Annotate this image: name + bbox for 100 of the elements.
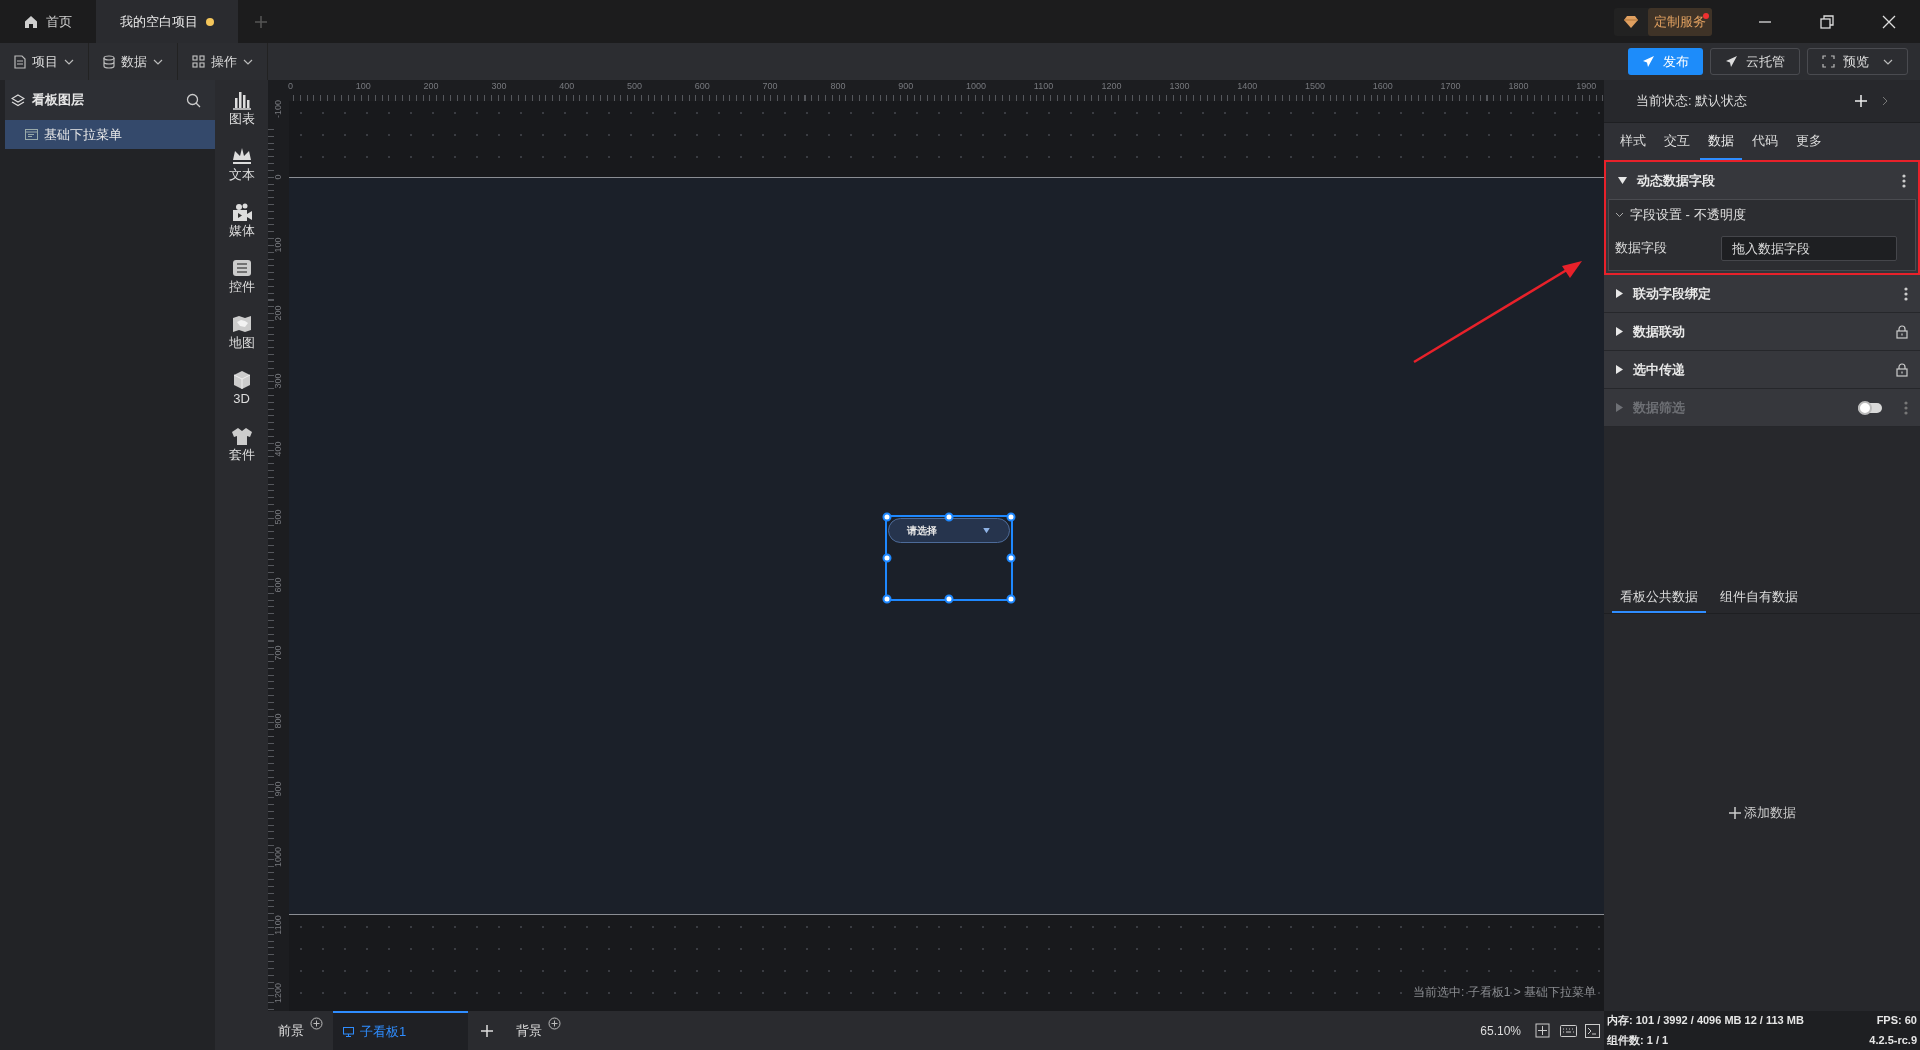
panel-tab[interactable]: 代码 bbox=[1744, 123, 1786, 160]
caret-right-icon bbox=[1616, 365, 1623, 374]
paper-plane-icon bbox=[1642, 55, 1655, 68]
state-label: 当前状态: 默认状态 bbox=[1636, 92, 1748, 111]
paper-plane-icon bbox=[1725, 55, 1738, 68]
caret-right-icon bbox=[1616, 403, 1623, 412]
search-icon[interactable] bbox=[186, 92, 201, 108]
ruler-label: 400 bbox=[273, 440, 283, 459]
keyboard-icon[interactable] bbox=[1560, 1024, 1577, 1037]
ruler-label: 1500 bbox=[1305, 81, 1326, 91]
component-count: 组件数: 1 / 1 bbox=[1607, 1032, 1670, 1048]
restore-icon[interactable] bbox=[1820, 14, 1834, 29]
dropdown-field[interactable]: 请选择 bbox=[888, 518, 1010, 543]
ruler-label: 100 bbox=[273, 236, 283, 255]
chevron-right-icon[interactable] bbox=[1882, 96, 1888, 106]
ruler-label: 900 bbox=[273, 780, 283, 799]
resize-handle[interactable] bbox=[882, 594, 892, 604]
memory-usage: 内存: 101 / 3992 / 4096 MB 12 / 113 MB bbox=[1607, 1013, 1805, 1028]
ruler-label: 1000 bbox=[273, 846, 283, 869]
custom-service-button[interactable]: 定制服务 bbox=[1648, 7, 1712, 36]
ruler-label: 1600 bbox=[1372, 81, 1393, 91]
ruler-label: 1000 bbox=[966, 81, 987, 91]
ruler-label: 1900 bbox=[1576, 81, 1597, 91]
ruler-label: 500 bbox=[627, 81, 643, 91]
document-icon bbox=[14, 54, 26, 69]
ruler-label: 400 bbox=[559, 81, 575, 91]
ruler-label: 1100 bbox=[273, 914, 283, 937]
fullscreen-icon bbox=[1822, 55, 1835, 68]
palette-button[interactable]: 3D bbox=[230, 370, 253, 406]
ruler-label: 800 bbox=[830, 81, 846, 91]
window-tab[interactable]: 我的空白项目 bbox=[96, 0, 238, 43]
panel-tab[interactable]: 数据 bbox=[1700, 123, 1742, 160]
ruler-label: 0 bbox=[273, 173, 283, 182]
ruler-label: 1200 bbox=[1101, 81, 1122, 91]
caret-icon bbox=[983, 527, 990, 534]
ruler-label: 0 bbox=[288, 81, 293, 91]
ruler-label: 1200 bbox=[273, 982, 283, 1005]
data-tab[interactable]: 组件自有数据 bbox=[1712, 582, 1806, 613]
field-label: 数据字段 bbox=[1615, 239, 1668, 258]
add-state-icon[interactable] bbox=[1854, 94, 1868, 108]
ruler-label: 200 bbox=[423, 81, 439, 91]
resize-handle[interactable] bbox=[882, 553, 892, 563]
add-circle-icon[interactable] bbox=[310, 1017, 323, 1030]
zoom-level[interactable]: 65.10% bbox=[1480, 1021, 1521, 1040]
data-tab[interactable]: 看板公共数据 bbox=[1612, 582, 1706, 613]
palette-button[interactable]: 图表 bbox=[228, 90, 255, 126]
palette-button[interactable]: 套件 bbox=[228, 426, 255, 462]
panel-tab[interactable]: 更多 bbox=[1788, 123, 1830, 160]
ruler-label: 1400 bbox=[1237, 81, 1258, 91]
lock-icon bbox=[1896, 362, 1908, 377]
ruler-label: 600 bbox=[694, 81, 710, 91]
toolbar-button[interactable]: 云托管 bbox=[1710, 48, 1800, 75]
add-data-button[interactable]: 添加数据 bbox=[1728, 802, 1796, 823]
caret-down-icon bbox=[1618, 177, 1627, 184]
ruler-label: 700 bbox=[762, 81, 778, 91]
add-board-icon[interactable] bbox=[480, 1023, 494, 1038]
caret-right-icon bbox=[1616, 289, 1623, 298]
more-icon[interactable] bbox=[1904, 286, 1908, 301]
layer-item[interactable]: 基础下拉菜单 bbox=[5, 120, 215, 149]
grid-icon bbox=[192, 55, 205, 68]
version-label: 4.2.5-rc.9 bbox=[1869, 1032, 1917, 1048]
home-icon bbox=[24, 14, 38, 29]
drop-field[interactable]: 拖入数据字段 bbox=[1721, 235, 1897, 261]
close-icon[interactable] bbox=[1882, 14, 1896, 29]
palette-button[interactable]: 地图 bbox=[228, 314, 255, 350]
board-tab[interactable]: 子看板1 bbox=[333, 1011, 468, 1050]
panel-tab[interactable]: 交互 bbox=[1656, 123, 1698, 160]
resize-handle[interactable] bbox=[1006, 594, 1016, 604]
ruler-label: 1800 bbox=[1508, 81, 1529, 91]
caret-right-icon bbox=[1616, 327, 1623, 336]
ruler-label: 600 bbox=[273, 576, 283, 595]
toolbar-button[interactable]: 预览 bbox=[1807, 48, 1908, 75]
add-circle-icon[interactable] bbox=[548, 1017, 561, 1030]
resize-handle[interactable] bbox=[944, 594, 954, 604]
resize-handle[interactable] bbox=[1006, 512, 1016, 522]
lock-icon bbox=[1896, 324, 1908, 339]
selection-breadcrumb: 当前选中: 子看板1 > 基础下拉菜单 bbox=[1412, 984, 1596, 1001]
more-icon[interactable] bbox=[1902, 173, 1906, 188]
terminal-icon[interactable] bbox=[1585, 1023, 1600, 1038]
ruler-label: 300 bbox=[491, 81, 507, 91]
subsection-header[interactable]: 字段设置 - 不透明度 bbox=[1609, 200, 1915, 230]
resize-handle[interactable] bbox=[882, 512, 892, 522]
map-icon bbox=[230, 314, 253, 334]
palette-button[interactable]: 控件 bbox=[228, 258, 255, 294]
resize-handle[interactable] bbox=[1006, 553, 1016, 563]
shirt-icon bbox=[230, 426, 253, 446]
palette-button[interactable]: 文本 bbox=[228, 146, 255, 182]
fit-screen-icon[interactable] bbox=[1535, 1023, 1550, 1038]
selection-frame[interactable]: 请选择 bbox=[885, 515, 1013, 601]
palette-button[interactable]: 媒体 bbox=[228, 202, 255, 238]
ruler-label: 900 bbox=[898, 81, 914, 91]
board-tab[interactable]: 背景 bbox=[506, 1011, 571, 1050]
ruler-label: 1100 bbox=[1033, 81, 1054, 91]
panel-title: 看板图层 bbox=[32, 91, 84, 110]
layers-icon bbox=[11, 93, 25, 107]
panel-tab[interactable]: 样式 bbox=[1612, 123, 1654, 160]
ruler-label: 800 bbox=[273, 712, 283, 731]
resize-handle[interactable] bbox=[944, 512, 954, 522]
bar-chart-icon bbox=[230, 90, 253, 110]
board-tab[interactable]: 前景 bbox=[268, 1011, 333, 1050]
